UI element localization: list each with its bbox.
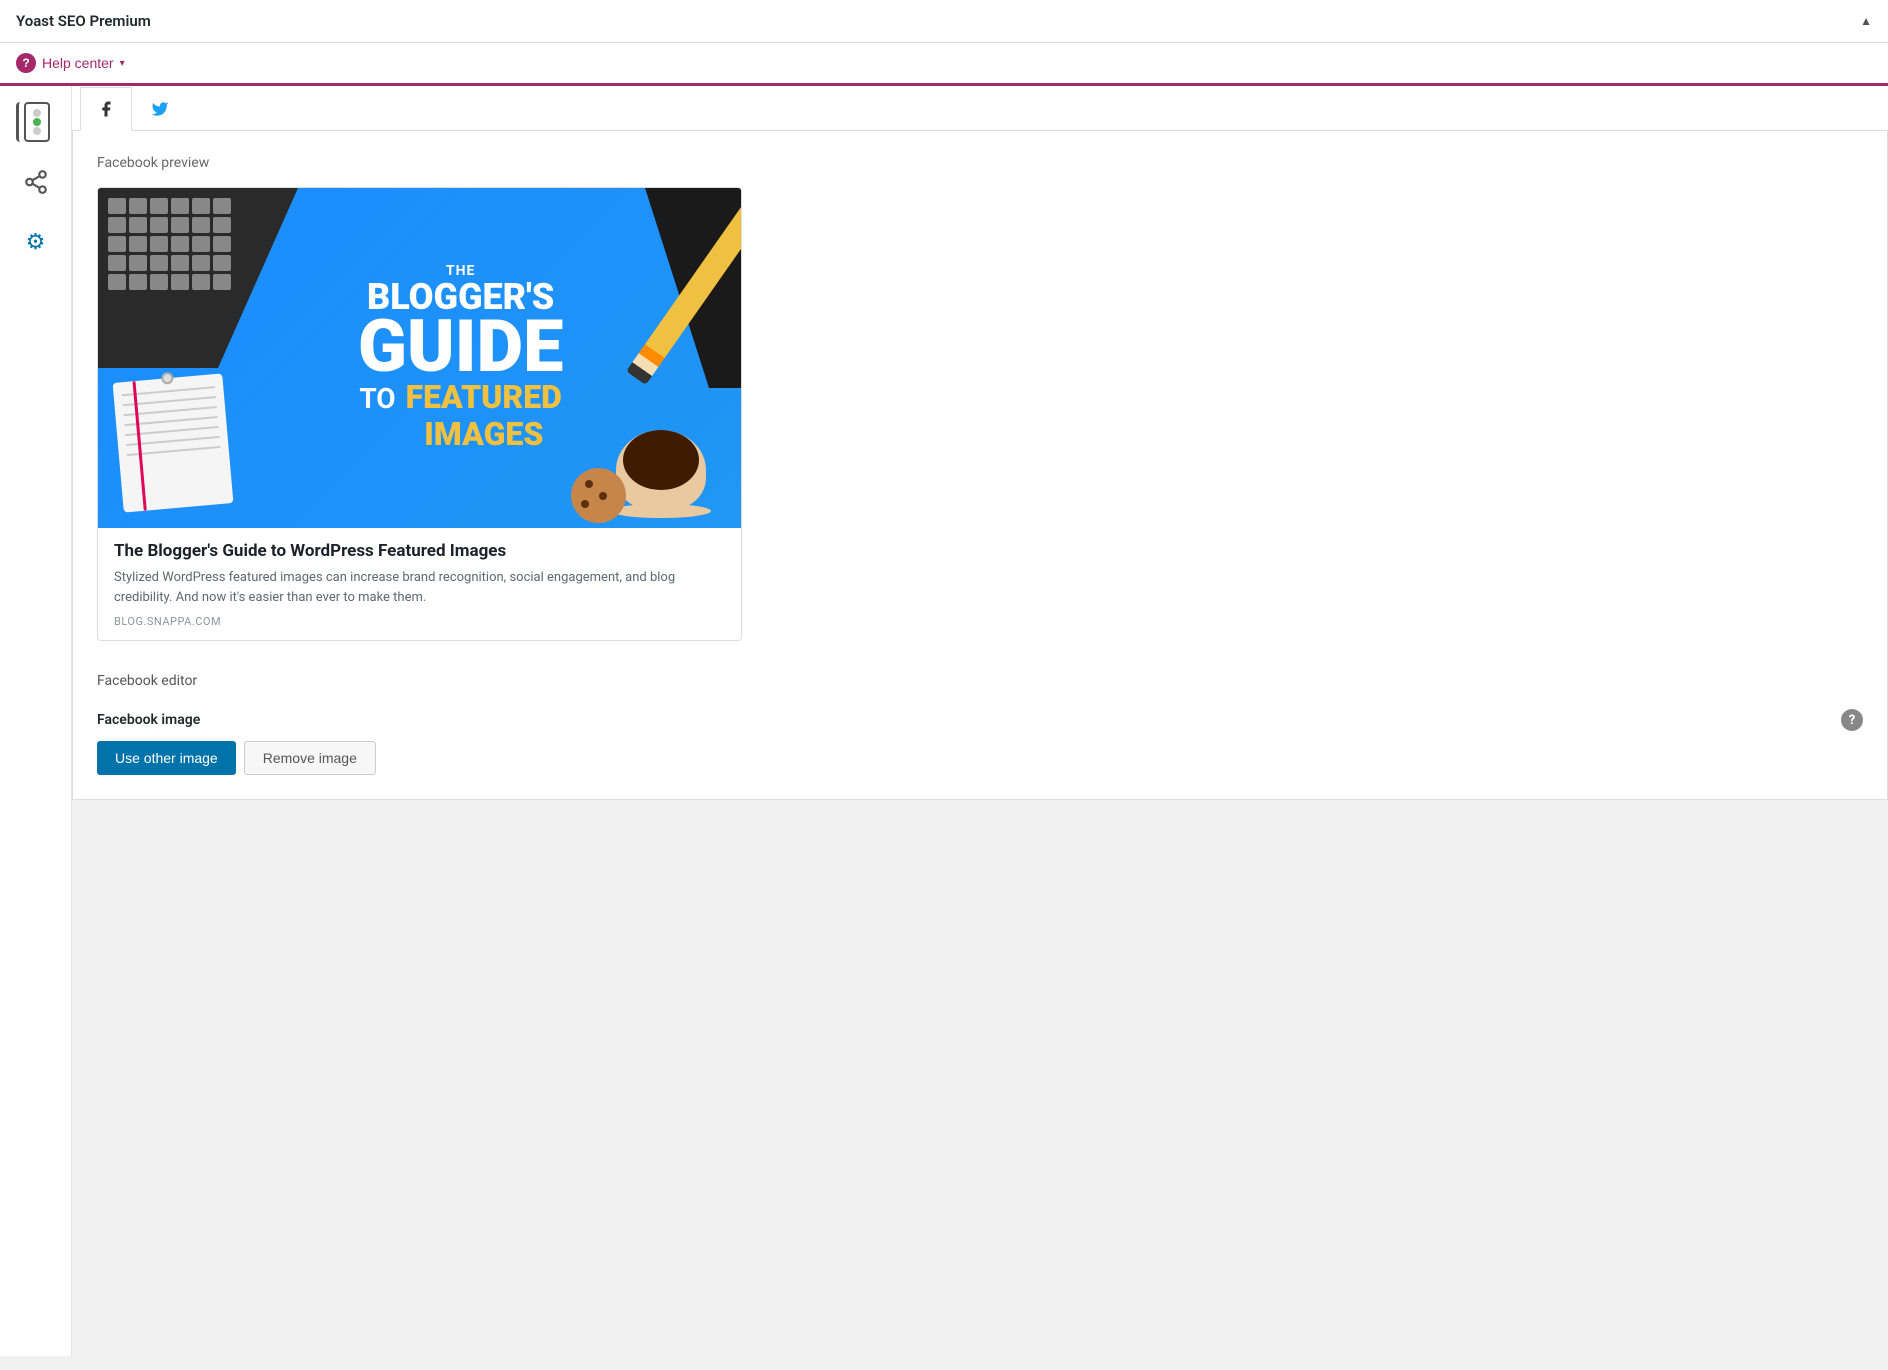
key: [171, 274, 189, 290]
image-button-row: Use other image Remove image: [97, 741, 1863, 775]
cookie-decoration: [571, 468, 626, 523]
facebook-card-domain: BLOG.SNAPPA.COM: [114, 615, 725, 628]
top-bar: Yoast SEO Premium ▲: [0, 0, 1888, 43]
content-area: Facebook preview: [72, 86, 1888, 1356]
notepad-red-line: [132, 381, 146, 511]
key: [108, 255, 126, 271]
facebook-card-description: Stylized WordPress featured images can i…: [114, 568, 725, 607]
help-center-button[interactable]: ? Help center ▾: [16, 53, 125, 73]
sidebar-item-social[interactable]: [16, 162, 56, 202]
tl-dot-green: [33, 118, 41, 126]
help-icon: ?: [16, 53, 36, 73]
image-background: THE BLOGGER'S GUIDE TO FEATURED IMAGES: [98, 188, 741, 528]
key: [129, 274, 147, 290]
key: [150, 217, 168, 233]
key: [213, 198, 231, 214]
key: [108, 217, 126, 233]
remove-image-button[interactable]: Remove image: [244, 741, 376, 775]
key: [171, 217, 189, 233]
use-other-image-button[interactable]: Use other image: [97, 741, 236, 775]
tl-dot-gray: [33, 127, 41, 135]
main-layout: ⚙ Facebook preview: [0, 86, 1888, 1356]
facebook-preview-image: THE BLOGGER'S GUIDE TO FEATURED IMAGES: [98, 188, 741, 528]
key: [171, 236, 189, 252]
key: [192, 255, 210, 271]
key: [108, 236, 126, 252]
chevron-down-icon: ▾: [120, 58, 125, 69]
tabs-bar: [72, 86, 1888, 131]
key: [150, 255, 168, 271]
help-bar: ? Help center ▾: [0, 43, 1888, 86]
key: [150, 198, 168, 214]
share-icon: [23, 169, 49, 195]
help-center-label: Help center: [42, 55, 114, 71]
facebook-editor-section: Facebook editor Facebook image ? Use oth…: [97, 673, 1863, 775]
overlay-guide-text: GUIDE: [358, 315, 564, 380]
key: [171, 198, 189, 214]
overlay-to-text: TO: [359, 382, 395, 415]
overlay-images-text: IMAGES: [406, 415, 562, 453]
keyboard-keys: [108, 198, 231, 290]
traffic-light-icon: [24, 102, 50, 142]
key: [213, 217, 231, 233]
sidebar-item-advanced[interactable]: ⚙: [16, 222, 56, 262]
cookie-chip: [585, 480, 593, 488]
key: [129, 198, 147, 214]
key: [108, 198, 126, 214]
facebook-card-info: The Blogger's Guide to WordPress Feature…: [98, 528, 741, 640]
key: [213, 274, 231, 290]
image-field-row: Facebook image ?: [97, 709, 1863, 731]
tab-twitter[interactable]: [134, 86, 186, 130]
image-field-label: Facebook image: [97, 712, 200, 728]
field-help-icon[interactable]: ?: [1841, 709, 1863, 731]
sidebar: ⚙: [0, 86, 72, 1356]
preview-section-label: Facebook preview: [97, 155, 1863, 171]
key: [192, 198, 210, 214]
key: [192, 236, 210, 252]
key: [213, 255, 231, 271]
key: [129, 236, 147, 252]
tl-dot-red: [33, 109, 41, 117]
key: [150, 274, 168, 290]
key: [171, 255, 189, 271]
facebook-icon: [97, 100, 115, 118]
image-text-overlay: THE BLOGGER'S GUIDE TO FEATURED IMAGES: [358, 263, 564, 453]
gear-icon: ⚙: [26, 230, 46, 255]
overlay-to-featured-row: TO FEATURED IMAGES: [358, 380, 564, 453]
facebook-preview-card: THE BLOGGER'S GUIDE TO FEATURED IMAGES: [97, 187, 742, 641]
notepad-ring: [161, 372, 174, 385]
key: [192, 217, 210, 233]
collapse-arrow[interactable]: ▲: [1860, 14, 1872, 28]
key: [150, 236, 168, 252]
notepad-decoration: [113, 373, 234, 512]
facebook-card-title: The Blogger's Guide to WordPress Feature…: [114, 540, 725, 562]
overlay-featured-text: FEATURED: [406, 380, 562, 415]
app-title: Yoast SEO Premium: [16, 12, 151, 30]
cookie-chip: [581, 500, 589, 508]
key: [129, 255, 147, 271]
sidebar-item-seo[interactable]: [16, 102, 56, 142]
main-panel: Facebook preview: [72, 131, 1888, 800]
tab-facebook[interactable]: [80, 87, 132, 131]
twitter-icon: [151, 100, 169, 118]
key: [129, 217, 147, 233]
overlay-featured-images: FEATURED IMAGES: [406, 380, 562, 453]
cookie-chip: [599, 492, 607, 500]
key: [108, 274, 126, 290]
key: [192, 274, 210, 290]
cup-coffee: [623, 430, 699, 490]
editor-section-label: Facebook editor: [97, 673, 1863, 689]
facebook-preview-section: Facebook preview: [97, 155, 1863, 641]
key: [213, 236, 231, 252]
